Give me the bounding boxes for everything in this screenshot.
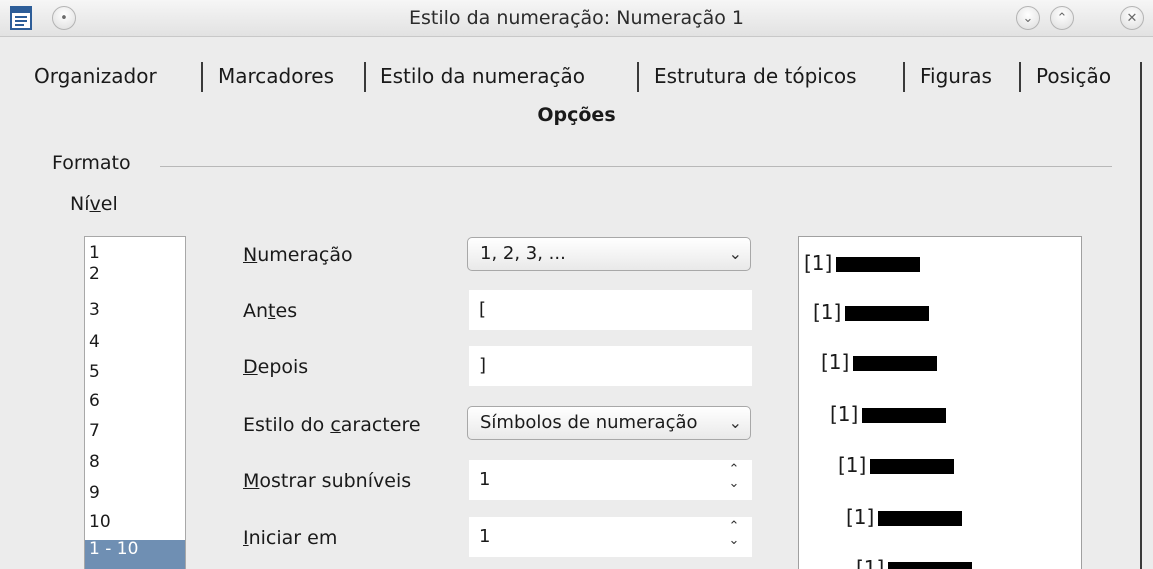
preview-row: [1] <box>821 350 938 374</box>
title-bar: • Estilo da numeração: Numeração 1 ⌄ ⌃ ✕ <box>0 0 1153 37</box>
preview-text-bar <box>870 459 955 474</box>
numbering-preview: [1] [1] [1] [1] [1] [1] [1] <box>798 236 1082 569</box>
list-item[interactable]: 1 <box>89 244 100 263</box>
preview-text-bar <box>836 257 921 272</box>
numbering-select[interactable]: 1, 2, 3, ... ⌄ <box>467 237 751 271</box>
preview-text-bar <box>862 408 947 423</box>
level-list[interactable]: 1 2 3 4 5 6 7 8 9 10 1 - 10 <box>84 236 186 569</box>
chevron-down-icon: ⌄ <box>728 244 742 263</box>
tab-graphics[interactable]: Figuras <box>920 64 992 88</box>
char-style-select[interactable]: Símbolos de numeração ⌄ <box>467 406 751 440</box>
preview-text-bar <box>845 306 930 321</box>
preview-text-bar <box>888 562 973 569</box>
list-item[interactable]: 9 <box>89 484 100 503</box>
before-input[interactable]: [ <box>469 290 752 330</box>
tab-divider <box>201 62 203 92</box>
tab-divider <box>637 62 639 92</box>
tab-numbering-style[interactable]: Estilo da numeração <box>380 64 585 88</box>
tab-outline[interactable]: Estrutura de tópicos <box>654 64 857 88</box>
numbering-label: Numeração <box>243 244 353 266</box>
tab-divider <box>364 62 366 92</box>
window-title: Estilo da numeração: Numeração 1 <box>409 7 744 29</box>
preview-row: [1] <box>804 251 921 275</box>
list-item[interactable]: 4 <box>89 333 100 352</box>
after-label: Depois <box>243 356 309 378</box>
preview-row: [1] <box>856 556 973 569</box>
level-label: Nível <box>70 193 118 215</box>
list-item[interactable]: 2 <box>89 265 100 284</box>
show-sublevels-spinbox[interactable]: 1 ⌃ ⌄ <box>469 460 752 500</box>
tab-bar: Organizador Marcadores Estilo da numeraç… <box>0 58 1153 98</box>
panel-border <box>1140 86 1142 569</box>
after-input[interactable]: ] <box>469 346 752 386</box>
preview-text-bar <box>878 511 963 526</box>
tab-bullets[interactable]: Marcadores <box>218 64 334 88</box>
list-item[interactable]: 5 <box>89 363 100 382</box>
preview-row: [1] <box>846 505 963 529</box>
list-item[interactable]: 7 <box>89 422 100 441</box>
tab-divider <box>903 62 905 92</box>
close-icon[interactable]: ✕ <box>1120 6 1144 30</box>
list-item[interactable]: 8 <box>89 453 100 472</box>
start-at-spinbox[interactable]: 1 ⌃ ⌄ <box>469 517 752 557</box>
preview-row: [1] <box>838 453 955 477</box>
maximize-icon[interactable]: ⌃ <box>1050 6 1074 30</box>
chevron-down-icon: ⌄ <box>728 413 742 432</box>
options-tab-title: Opções <box>537 104 616 126</box>
start-at-label: Iniciar em <box>243 527 338 549</box>
preview-text-bar <box>853 356 938 371</box>
list-item[interactable]: 3 <box>89 301 100 320</box>
spin-arrows-icon[interactable]: ⌃ ⌄ <box>726 463 742 497</box>
format-group-title: Formato <box>52 152 131 174</box>
tab-position[interactable]: Posição <box>1036 64 1111 88</box>
format-group-divider <box>160 166 1112 167</box>
list-item[interactable]: 10 <box>89 513 111 532</box>
list-item-selected[interactable]: 1 - 10 <box>85 540 185 569</box>
char-style-label: Estilo do caractere <box>243 414 421 436</box>
tab-organizer[interactable]: Organizador <box>34 64 157 88</box>
preview-row: [1] <box>830 402 947 426</box>
spin-arrows-icon[interactable]: ⌃ ⌄ <box>726 520 742 554</box>
preview-row: [1] <box>813 300 930 324</box>
minimize-icon[interactable]: ⌄ <box>1016 6 1040 30</box>
tab-divider <box>1019 62 1021 92</box>
list-item[interactable]: 6 <box>89 392 100 411</box>
show-sublevels-label: Mostrar subníveis <box>243 470 412 492</box>
before-label: Antes <box>243 300 298 322</box>
